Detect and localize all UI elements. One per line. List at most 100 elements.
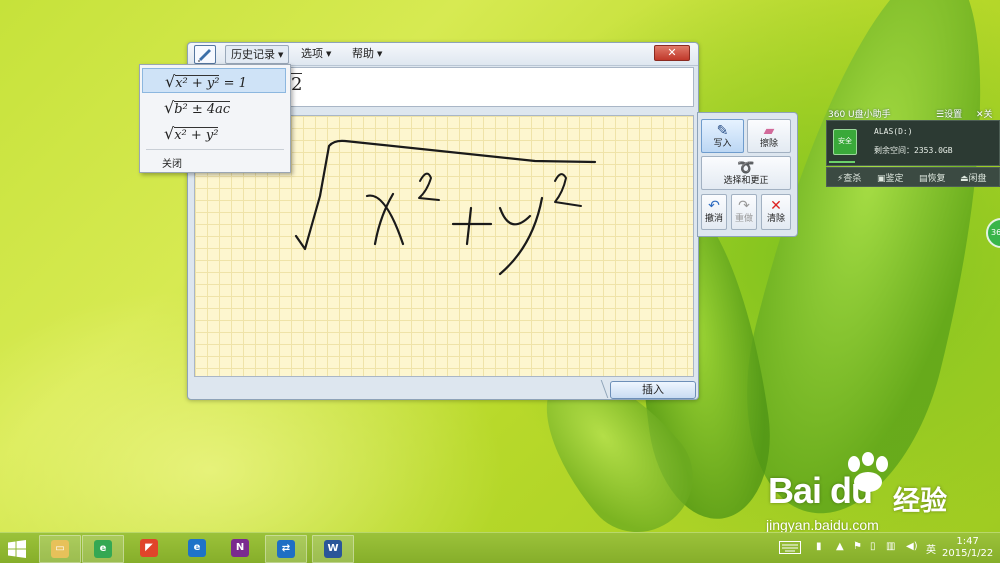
redo-button[interactable]: ↷ 重做 (731, 194, 757, 230)
windows-start-icon[interactable] (8, 540, 26, 558)
clock-date: 2015/1/22 (942, 548, 994, 559)
restore-icon: ▤ (919, 174, 928, 184)
history-item-radicand: x² + y² (174, 127, 219, 143)
options-menu-label: 选项 (301, 47, 323, 60)
browser-red-icon: ◤ (140, 539, 158, 557)
options-menu[interactable]: 选项 ▼ (296, 45, 336, 62)
square-root-icon: √ (165, 72, 176, 91)
baidu-paw-icon (848, 452, 888, 492)
redo-label: 重做 (734, 214, 753, 224)
history-dropdown: √x² + y² = 1 √b² ± 4ac √x² + y² 关闭 (139, 64, 291, 173)
math-input-app-icon[interactable] (194, 45, 216, 64)
network-icon[interactable]: ▥ (886, 541, 895, 552)
write-label: 写入 (713, 139, 732, 149)
clear-label: 清除 (766, 214, 785, 224)
flag-icon[interactable]: ⚑ (853, 541, 862, 552)
widget-title: 360 U盘小助手 (828, 110, 891, 120)
ime-indicator[interactable]: 英 (926, 541, 936, 556)
taskbar-app-browser-blue[interactable]: e (177, 535, 217, 561)
insert-button[interactable]: 插入 (610, 381, 696, 399)
browser-blue-icon: e (188, 539, 206, 557)
ink-y-stroke (498, 196, 544, 276)
scan-action[interactable]: ⚡查杀 (837, 171, 861, 184)
ink-superscript-2 (554, 173, 582, 207)
eject-icon: ⏏ (960, 174, 969, 184)
drive-label: ALAS(D:) (874, 127, 913, 136)
widget-actions: ⚡查杀 ▣鉴定 ▤恢复 ⏏闲盘 (826, 167, 1000, 187)
clear-button[interactable]: ✕ 清除 (761, 194, 791, 230)
teamviewer-icon: ⇄ (277, 540, 295, 558)
redo-icon: ↷ (738, 198, 750, 214)
pen-icon: ✎ (716, 123, 729, 139)
identify-action[interactable]: ▣鉴定 (877, 171, 904, 184)
usb-drive-icon: 安全 (833, 129, 857, 155)
history-item-radicand: b² ± 4ac (174, 101, 231, 117)
baidu-watermark-url: jingyan.baidu.com (766, 517, 879, 533)
tag-icon: ▣ (877, 174, 886, 184)
ink-superscript-2 (418, 172, 440, 201)
select-and-correct-button[interactable]: ➰ 选择和更正 (701, 156, 791, 190)
history-item-radicand: x² + y² (175, 75, 220, 91)
history-item[interactable]: √x² + y² = 1 (142, 68, 286, 93)
restore-action[interactable]: ▤恢复 (919, 171, 946, 184)
history-menu[interactable]: 历史记录 ▼ (225, 45, 290, 64)
help-menu-label: 帮助 (352, 47, 374, 60)
erase-label: 擦除 (759, 139, 778, 149)
write-button[interactable]: ✎ 写入 (701, 119, 744, 153)
volume-icon[interactable]: ◀) (906, 541, 918, 552)
pen-on-paper-icon (198, 49, 211, 62)
ink-radical-stroke (294, 139, 597, 251)
word-icon: W (324, 540, 342, 558)
widget-settings-button[interactable]: ☰设置 (936, 107, 962, 120)
eraser-icon: ▰ (763, 123, 775, 139)
caret-down-icon: ▼ (326, 50, 332, 58)
battery-icon[interactable]: ▯ (870, 541, 876, 552)
square-root-icon: √ (164, 124, 175, 143)
dropdown-separator (146, 149, 284, 150)
taskbar: ▭ e ◤ e N ⇄ W ▮ ▲ ⚑ ▯ ▥ ◀) 英 1:47 2015/1/22 (0, 532, 1000, 563)
taskbar-app-word[interactable]: W (312, 535, 354, 563)
history-item[interactable]: √b² ± 4ac (142, 95, 286, 120)
taskbar-app-ie-360[interactable]: e (82, 535, 124, 563)
ie-360-icon: e (94, 540, 112, 558)
ink-x-stroke (373, 192, 395, 246)
usage-bar (829, 161, 855, 163)
file-explorer-icon: ▭ (51, 540, 69, 558)
lasso-icon: ➰ (737, 160, 755, 176)
onenote-icon: N (231, 539, 249, 557)
help-menu[interactable]: 帮助 ▼ (347, 45, 387, 62)
eject-action[interactable]: ⏏闲盘 (960, 171, 987, 184)
usb-helper-widget: 360 U盘小助手 ☰设置 ✕关闭 安全 ALAS(D:) 剩余空间：2353.… (826, 104, 1000, 188)
taskbar-app-onenote[interactable]: N (220, 535, 260, 561)
preview-formula-text: 2 (291, 73, 303, 95)
clock-time: 1:47 (956, 536, 979, 547)
select-and-correct-label: 选择和更正 (723, 176, 769, 186)
taskbar-app-browser-red[interactable]: ◤ (129, 535, 169, 561)
ink-x-stroke (365, 194, 405, 246)
baidu-watermark-chinese: 经验 (893, 486, 947, 517)
taskbar-app-file-explorer[interactable]: ▭ (39, 535, 81, 563)
erase-button[interactable]: ▰ 擦除 (747, 119, 791, 153)
tray-expand-icon[interactable]: ▲ (836, 541, 844, 552)
taskbar-app-teamviewer[interactable]: ⇄ (265, 535, 307, 563)
caret-down-icon: ▼ (377, 50, 383, 58)
close-icon: ✕ (667, 46, 677, 59)
red-x-icon: ✕ (770, 198, 782, 214)
history-item[interactable]: √x² + y² (142, 121, 286, 146)
usb-tray-icon[interactable]: ▮ (816, 541, 822, 552)
square-root-icon: √ (164, 98, 175, 117)
free-space-text: 剩余空间：2353.0GB (874, 146, 953, 155)
history-item-rest: = 1 (219, 76, 247, 91)
undo-button[interactable]: ↶ 撤消 (701, 194, 727, 230)
undo-label: 撤消 (704, 214, 723, 224)
drive-info-panel: 安全 ALAS(D:) 剩余空间：2353.0GB (826, 120, 1000, 166)
undo-icon: ↶ (708, 198, 720, 214)
caret-down-icon: ▼ (278, 51, 284, 59)
ink-plus-stroke (451, 206, 493, 246)
dropdown-close-item[interactable]: 关闭 (162, 155, 182, 170)
close-button[interactable]: ✕ (654, 45, 690, 61)
clock[interactable]: 1:47 2015/1/22 (942, 536, 993, 560)
history-menu-label: 历史记录 (231, 48, 275, 61)
tool-panel: ✎ 写入 ▰ 擦除 ➰ 选择和更正 ↶ 撤消 ↷ 重做 ✕ 清除 (697, 112, 798, 237)
keyboard-icon[interactable] (779, 541, 801, 554)
